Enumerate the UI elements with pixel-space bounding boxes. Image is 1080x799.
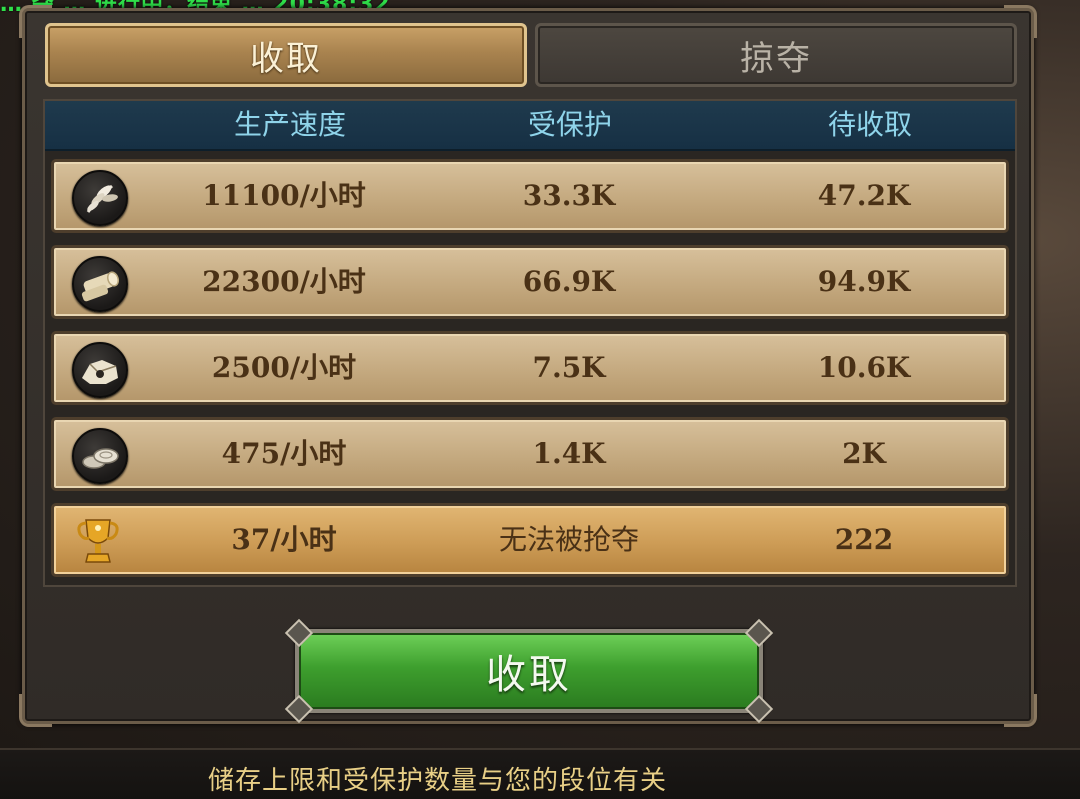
button-corner-ornament (744, 618, 774, 648)
header-pending: 待收取 (827, 108, 912, 141)
footer-note: 储存上限和受保护数量与您的段位有关 (208, 766, 668, 796)
collect-button[interactable]: 收取 (284, 618, 774, 724)
production-rate: 22300/小时 (202, 265, 366, 298)
pending-amount: 10.6K (817, 351, 911, 384)
tab-collect[interactable]: 收取 (45, 23, 527, 87)
protected-amount: 1.4K (532, 437, 606, 470)
wheat-food-icon (72, 170, 128, 226)
button-corner-ornament (284, 694, 314, 724)
table-header: 生产速度 受保护 待收取 (45, 101, 1015, 151)
resource-table: 生产速度 受保护 待收取 11100/小时 33.3K 47.2K 22300/… (43, 99, 1017, 587)
pending-amount: 47.2K (817, 179, 911, 212)
table-row: 11100/小时 33.3K 47.2K (51, 159, 1009, 233)
header-protected: 受保护 (527, 108, 612, 141)
protected-amount: 无法被抢夺 (498, 523, 639, 556)
pending-amount: 2K (842, 437, 886, 470)
collect-button-label: 收取 (486, 652, 572, 698)
silver-coins-icon (72, 428, 128, 484)
button-corner-ornament (744, 694, 774, 724)
header-production-rate: 生产速度 (233, 108, 346, 141)
table-row: 37/小时 无法被抢夺 222 (51, 503, 1009, 577)
pending-amount: 222 (834, 523, 894, 556)
production-rate: 475/小时 (221, 437, 347, 470)
event-banner-text: … 夺 … 进行中，结束 … 20:38:32 (0, 0, 390, 17)
lumber-wood-icon (72, 256, 128, 312)
button-corner-ornament (284, 618, 314, 648)
production-rate: 2500/小时 (211, 351, 357, 384)
table-row: 22300/小时 66.9K 94.9K (51, 245, 1009, 319)
table-row: 2500/小时 7.5K 10.6K (51, 331, 1009, 405)
table-row: 475/小时 1.4K 2K (51, 417, 1009, 491)
pending-amount: 94.9K (817, 265, 911, 298)
protected-amount: 7.5K (532, 351, 606, 384)
game-scene: … 夺 … 进行中，结束 … 20:38:32 收取 掠夺 生产速度 受保护 待… (0, 0, 1080, 799)
iron-ore-icon (72, 342, 128, 398)
footer-bar: 储存上限和受保护数量与您的段位有关 (0, 748, 1080, 799)
resource-collect-panel: 收取 掠夺 生产速度 受保护 待收取 11100/小时 33.3K 47.2K … (19, 5, 1037, 727)
tab-plunder[interactable]: 掠夺 (535, 23, 1017, 87)
frame-corner-ornament (1004, 694, 1037, 727)
production-rate: 11100/小时 (202, 179, 366, 212)
protected-amount: 33.3K (522, 179, 616, 212)
production-rate: 37/小时 (231, 523, 337, 556)
gold-trophy-icon (72, 514, 124, 566)
protected-amount: 66.9K (522, 265, 616, 298)
frame-corner-ornament (19, 694, 52, 727)
